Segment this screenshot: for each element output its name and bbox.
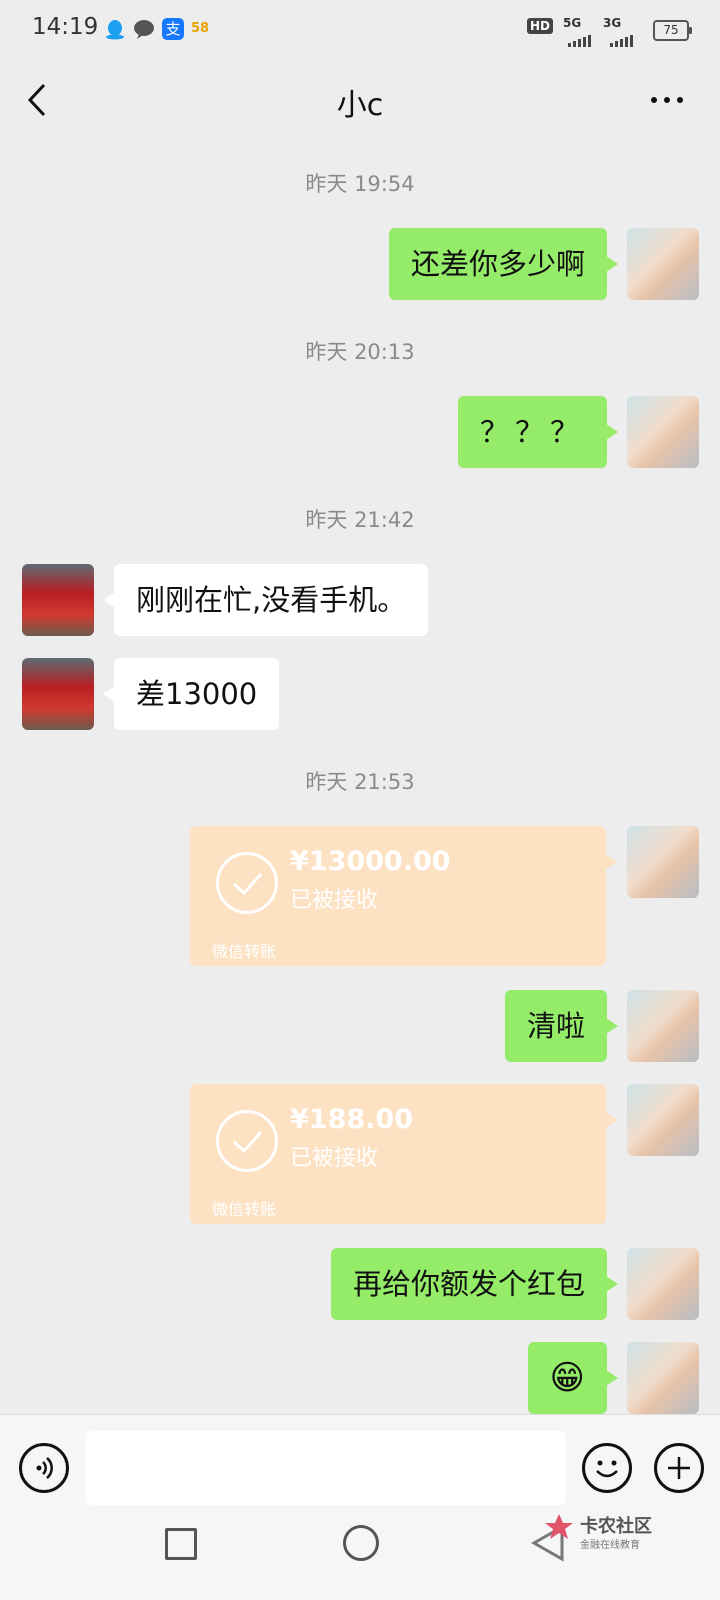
transfer-status: 已被接收 (290, 888, 379, 913)
input-bar (0, 1414, 720, 1519)
58-icon: 58 (191, 21, 210, 36)
emoji-button[interactable] (582, 1443, 632, 1493)
watermark-logo-icon (545, 1514, 573, 1539)
watermark-subtitle: 金融在线教育 (580, 1540, 640, 1551)
avatar[interactable] (22, 658, 94, 730)
message-input[interactable] (86, 1431, 566, 1505)
check-circle-icon (216, 852, 278, 914)
alipay-icon: 支 (162, 18, 184, 40)
message-bubble-received[interactable]: 刚刚在忙,没看手机。 (102, 564, 429, 636)
signal-icon (568, 28, 593, 47)
home-button[interactable] (343, 1525, 379, 1561)
emoji-message[interactable]: 😁 (527, 1342, 619, 1414)
more-dots-icon (651, 97, 683, 103)
message-bubble-received[interactable]: 差13000 (102, 658, 280, 730)
status-bar: 14:19 支 58 HD 5G 3G 75 (0, 0, 720, 58)
transfer-card[interactable]: ¥13000.00 已被接收 微信转账 (190, 826, 617, 966)
check-circle-icon (216, 1110, 278, 1172)
chat-title: 小c (336, 88, 384, 123)
message-bubble-sent[interactable]: 再给你额发个红包 (330, 1248, 619, 1320)
avatar[interactable] (627, 1248, 699, 1320)
plus-button[interactable] (654, 1443, 704, 1493)
avatar[interactable] (627, 1342, 699, 1414)
message-bubble-sent[interactable]: ？？？ (457, 396, 619, 468)
hd-badge: HD (527, 18, 554, 34)
recent-apps-button[interactable] (165, 1528, 197, 1560)
timestamp: 昨天 20:13 (305, 340, 415, 364)
transfer-amount: ¥13000.00 (290, 846, 451, 877)
signal-icon (610, 28, 635, 47)
emoji-icon (596, 1460, 618, 1478)
wechat-icon (133, 18, 155, 40)
qq-icon (104, 18, 126, 40)
battery-icon: 75 (653, 20, 692, 41)
message-bubble-sent[interactable]: 清啦 (504, 990, 619, 1062)
avatar[interactable] (627, 826, 699, 898)
avatar[interactable] (627, 990, 699, 1062)
voice-icon (36, 1457, 53, 1479)
status-time: 14:19 (32, 14, 99, 40)
avatar[interactable] (627, 396, 699, 468)
chat-header: 小c (0, 58, 720, 144)
transfer-footer: 微信转账 (212, 942, 277, 961)
plus-icon (668, 1457, 690, 1479)
timestamp: 昨天 21:42 (305, 508, 415, 532)
timestamp: 昨天 19:54 (305, 172, 415, 196)
transfer-amount: ¥188.00 (290, 1104, 413, 1135)
avatar[interactable] (627, 228, 699, 300)
watermark-title: 卡农社区 (580, 1516, 652, 1537)
avatar[interactable] (627, 1084, 699, 1156)
voice-button[interactable] (19, 1443, 69, 1493)
avatar[interactable] (22, 564, 94, 636)
transfer-status: 已被接收 (290, 1146, 379, 1171)
transfer-card[interactable]: ¥188.00 已被接收 微信转账 (190, 1084, 617, 1224)
transfer-footer: 微信转账 (212, 1200, 277, 1219)
more-button[interactable] (650, 78, 684, 119)
timestamp: 昨天 21:53 (305, 770, 415, 794)
message-bubble-sent[interactable]: 还差你多少啊 (388, 228, 619, 300)
